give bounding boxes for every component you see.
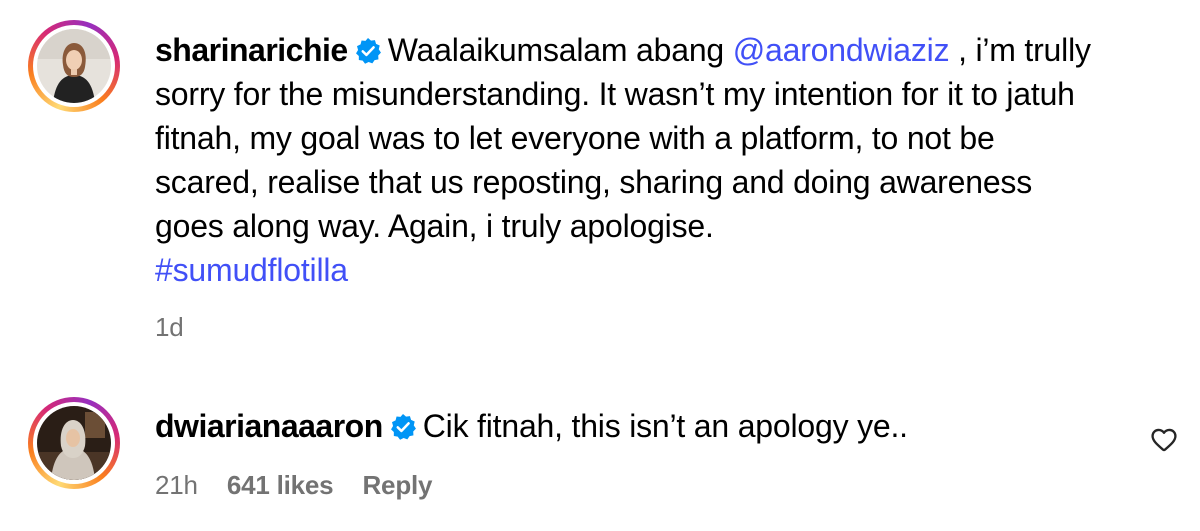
likes-count[interactable]: 641 likes xyxy=(227,470,334,500)
comment-text: Cik fitnah, this isn’t an apology ye.. xyxy=(422,408,908,444)
comment-meta: 1d xyxy=(155,312,206,343)
avatar-image xyxy=(37,406,111,480)
avatar[interactable] xyxy=(37,29,111,103)
verified-badge-icon xyxy=(390,414,416,440)
comment-text-part: Waalaikumsalam abang xyxy=(387,32,733,68)
avatar-story-ring[interactable] xyxy=(28,397,120,489)
avatar-image xyxy=(37,29,111,103)
comment-body: sharinarichie Waalaikumsalam abang @aaro… xyxy=(155,28,1105,292)
hashtag-link[interactable]: #sumudflotilla xyxy=(155,252,348,288)
comment-meta: 21h 641 likes Reply xyxy=(155,470,454,501)
avatar[interactable] xyxy=(37,406,111,480)
comment-body: dwiarianaaaron Cik fitnah, this isn’t an… xyxy=(155,404,1105,448)
mention-link[interactable]: @aarondwiaziz xyxy=(733,32,950,68)
heart-outline-icon[interactable] xyxy=(1150,426,1178,454)
comment-timestamp[interactable]: 21h xyxy=(155,470,198,500)
comment-item: sharinarichie Waalaikumsalam abang @aaro… xyxy=(0,0,1200,360)
username-link[interactable]: sharinarichie xyxy=(155,32,348,68)
username-link[interactable]: dwiarianaaaron xyxy=(155,408,383,444)
comment-item: dwiarianaaaron Cik fitnah, this isn’t an… xyxy=(0,385,1200,531)
verified-badge-icon xyxy=(355,38,381,64)
comment-timestamp[interactable]: 1d xyxy=(155,312,184,342)
reply-button[interactable]: Reply xyxy=(362,470,432,500)
avatar-ring-gap xyxy=(33,25,115,107)
avatar-story-ring[interactable] xyxy=(28,20,120,112)
avatar-ring-gap xyxy=(33,402,115,484)
